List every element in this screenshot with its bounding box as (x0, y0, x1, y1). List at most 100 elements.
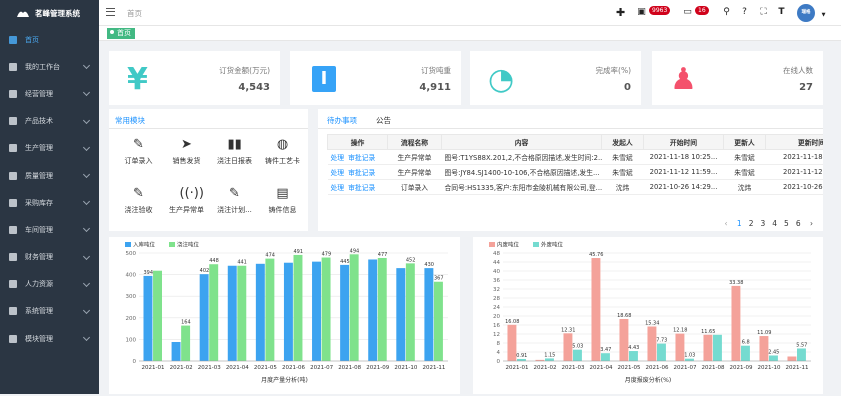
stat-card-1[interactable]: I 订货吨重 4,911 (290, 51, 461, 105)
page-2[interactable]: 2 (749, 219, 754, 228)
bar-0-1[interactable] (171, 341, 181, 361)
bar-0-0[interactable] (507, 324, 517, 361)
module-item-1[interactable]: ➤ 销售发货 (162, 132, 211, 169)
handle-link[interactable]: 处理 (331, 169, 345, 177)
legend-swatch[interactable] (533, 242, 539, 247)
search-icon[interactable]: ⚲ (722, 8, 731, 17)
bar-0-3[interactable] (591, 258, 601, 361)
bar-1-8[interactable] (377, 257, 387, 361)
bar-1-9[interactable] (405, 263, 415, 361)
sidebar-item-4[interactable]: 生产管理 (0, 135, 99, 162)
bar-1-3[interactable] (237, 265, 247, 361)
legend-swatch[interactable] (489, 242, 495, 247)
handle-link[interactable]: 处理 (331, 154, 345, 162)
bar-0-8[interactable] (731, 285, 741, 361)
bar-0-7[interactable] (340, 264, 350, 361)
page-1[interactable]: 1 (737, 219, 742, 228)
module-item-2[interactable]: ▮▮ 浇注日报表 (210, 132, 259, 169)
bar-0-10[interactable] (787, 356, 797, 362)
app-logo[interactable]: 茗峰管理系统 (0, 0, 99, 26)
sidebar-item-10[interactable]: 系统管理 (0, 298, 99, 325)
bar-1-0[interactable] (153, 270, 162, 361)
tab-notice[interactable]: 公告 (376, 115, 391, 126)
sidebar-item-8[interactable]: 财务管理 (0, 244, 99, 271)
legend-label[interactable]: 浇注吨位 (177, 241, 200, 249)
sidebar-item-0[interactable]: 首页 (0, 26, 99, 53)
bar-0-4[interactable] (619, 318, 629, 361)
legend-label[interactable]: 外废吨位 (541, 241, 564, 249)
stat-card-2[interactable]: ◔ 完成率(%) 0 (470, 51, 641, 105)
bar-0-6[interactable] (312, 261, 321, 361)
bar-1-2[interactable] (209, 264, 219, 361)
breadcrumb[interactable]: 首页 (127, 8, 142, 19)
bar-0-7[interactable] (703, 334, 713, 361)
bar-1-2[interactable] (573, 349, 582, 361)
legend-swatch[interactable] (125, 242, 131, 247)
bar-0-10[interactable] (424, 268, 434, 361)
bar-1-5[interactable] (657, 343, 666, 361)
bar-0-3[interactable] (227, 265, 237, 361)
plus-circle-icon[interactable]: ✚ (616, 7, 625, 18)
bar-1-4[interactable] (629, 351, 638, 361)
approval-record-link[interactable]: 审批记录 (348, 154, 375, 162)
bar-0-5[interactable] (283, 262, 293, 361)
bar-1-7[interactable] (713, 334, 722, 361)
bar-0-2[interactable] (563, 333, 573, 361)
next-page-icon[interactable]: › (810, 219, 813, 228)
page-4[interactable]: 4 (772, 219, 777, 228)
bar-0-9[interactable] (396, 268, 406, 361)
bar-1-7[interactable] (349, 254, 359, 361)
bar-1-1[interactable] (181, 325, 191, 361)
bar-1-0[interactable] (517, 358, 526, 361)
caret-down-icon[interactable]: ▼ (819, 11, 828, 20)
menu-toggle-icon[interactable] (106, 8, 115, 16)
module-item-6[interactable]: ✎ 浇注计划... (210, 181, 259, 218)
page-5[interactable]: 5 (784, 219, 789, 228)
avatar[interactable]: 瑞格 Run·Yiz (797, 4, 816, 33)
bar-1-4[interactable] (265, 258, 275, 361)
bar-0-9[interactable] (759, 336, 769, 361)
cart-icon[interactable]: ▣ (637, 8, 646, 17)
page-3[interactable]: 3 (760, 219, 765, 228)
message-icon[interactable]: ▭ (683, 8, 692, 17)
prev-page-icon[interactable]: ‹ (725, 219, 728, 228)
sidebar-item-7[interactable]: 车间管理 (0, 216, 99, 243)
sidebar-item-3[interactable]: 产品技术 (0, 108, 99, 135)
module-item-7[interactable]: ▤ 铸件信息 (258, 181, 307, 218)
sidebar-item-6[interactable]: 采购库存 (0, 189, 99, 216)
help-icon[interactable]: ? (740, 8, 749, 17)
bar-0-8[interactable] (368, 259, 378, 361)
bar-1-10[interactable] (433, 281, 443, 361)
legend-label[interactable]: 入库吨位 (133, 241, 156, 249)
sidebar-item-2[interactable]: 经营管理 (0, 80, 99, 107)
bar-0-6[interactable] (675, 333, 685, 361)
page-6[interactable]: 6 (796, 219, 801, 228)
bar-1-5[interactable] (293, 254, 303, 361)
module-item-3[interactable]: ◍ 铸件工艺卡 (258, 132, 307, 169)
stat-card-3[interactable]: ♟ 在线人数 27 (652, 51, 823, 105)
bar-0-4[interactable] (255, 263, 265, 361)
legend-label[interactable]: 内废吨位 (497, 241, 520, 249)
bar-1-9[interactable] (769, 355, 778, 361)
bar-0-2[interactable] (199, 274, 209, 361)
bar-1-6[interactable] (685, 358, 694, 361)
handle-link[interactable]: 处理 (331, 184, 345, 192)
approval-record-link[interactable]: 审批记录 (348, 184, 375, 192)
bar-1-1[interactable] (545, 358, 554, 361)
fullscreen-icon[interactable]: ⛶ (759, 8, 768, 17)
module-item-4[interactable]: ✎ 浇注验收 (114, 181, 163, 218)
tab-home[interactable]: 首页 (107, 28, 135, 39)
approval-record-link[interactable]: 审批记录 (348, 169, 375, 177)
module-item-0[interactable]: ✎ 订单录入 (114, 132, 163, 169)
module-item-5[interactable]: ((·)) 生产异常单 (162, 181, 211, 218)
tab-common-modules[interactable]: 常用模块 (115, 115, 145, 129)
sidebar-item-5[interactable]: 质量管理 (0, 162, 99, 189)
stat-card-0[interactable]: ¥ 订货金额(万元) 4,543 (109, 51, 280, 105)
bar-1-8[interactable] (741, 345, 750, 361)
sidebar-item-9[interactable]: 人力资源 (0, 271, 99, 298)
sidebar-item-1[interactable]: 我的工作台 (0, 53, 99, 80)
bar-1-6[interactable] (321, 257, 331, 361)
legend-swatch[interactable] (169, 242, 175, 247)
font-size-icon[interactable]: T (777, 8, 786, 17)
bar-0-5[interactable] (647, 326, 657, 361)
